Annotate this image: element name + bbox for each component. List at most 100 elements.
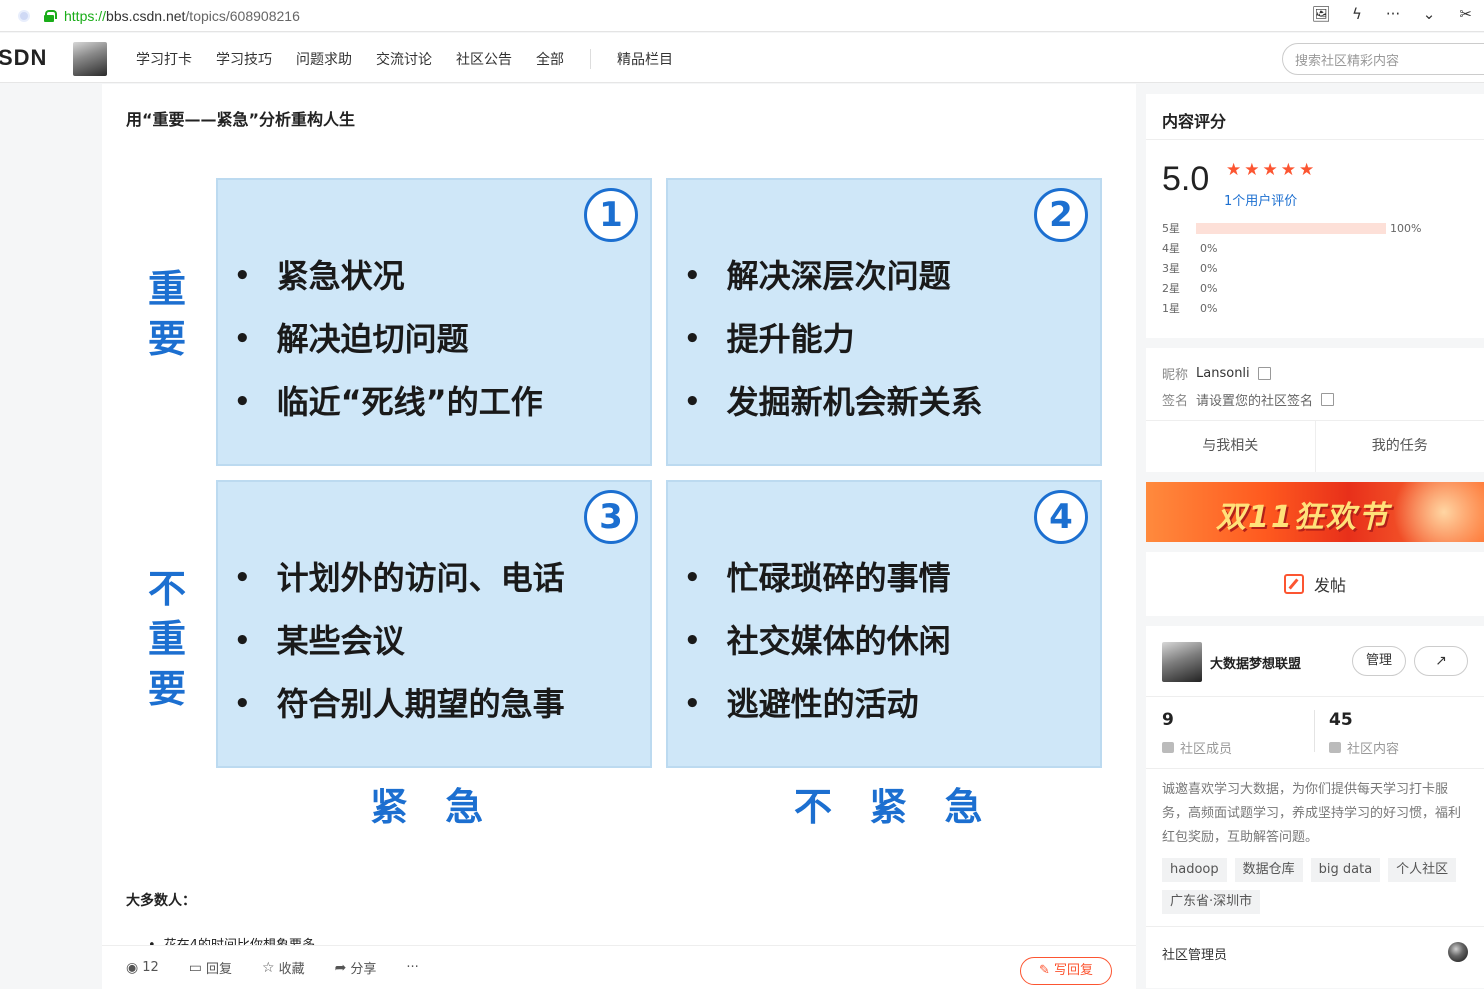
chevron-down-icon[interactable]: ⌄ (1418, 5, 1440, 23)
quadrant-1: 1 紧急状况 解决迫切问题 临近“死线”的工作 (216, 178, 652, 466)
divider (1146, 926, 1484, 927)
community-card: 大数据梦想联盟 管理 ↗ 9 社区成员 45 社区内容 诚邀喜欢学习大数据，为你… (1146, 626, 1484, 988)
nickname-row: 昵称 Lansonli (1162, 364, 1271, 383)
tag[interactable]: 个人社区 (1388, 858, 1457, 882)
members-count: 9 (1162, 710, 1174, 730)
rating-card: 内容评分 5.0 ★★★★★ 1个用户评价 5星 100% 4星 0% 3星 0% 2星 0%… (1146, 94, 1484, 338)
rating-bar-fill (1196, 222, 1386, 234)
signature-label: 签名 (1162, 394, 1189, 409)
quadrant-item: 忙碌琐碎的事情 (684, 546, 951, 609)
members-label: 社区成员 (1180, 742, 1233, 757)
priority-matrix-figure: 重 要 不 重 要 1 紧急状况 解决迫切问题 临近“死线”的工作 2 解决深层… (126, 164, 1126, 844)
members-stat[interactable]: 9 社区成员 (1162, 710, 1232, 757)
nickname-label: 昵称 (1162, 368, 1189, 383)
rating-stars-icon: ★★★★★ (1226, 160, 1318, 180)
tab-tasks[interactable]: 我的任务 (1316, 421, 1484, 472)
write-reply-button[interactable]: ✎ 写回复 (1020, 957, 1112, 985)
community-avatar[interactable] (1162, 642, 1202, 682)
share-icon[interactable]: ↗ (1414, 646, 1468, 676)
rating-row: 4星 0% (1162, 238, 1421, 258)
nav-item-announcement[interactable]: 社区公告 (456, 49, 512, 69)
more-button[interactable]: ··· (406, 960, 418, 975)
rating-row: 5星 100% (1162, 218, 1421, 238)
nav-item-featured[interactable]: 精品栏目 (617, 49, 673, 69)
reply-button[interactable]: ▭ 回复 (189, 958, 233, 978)
rating-row-percent: 0% (1200, 261, 1218, 275)
rating-row-percent: 0% (1200, 301, 1218, 315)
share-button[interactable]: ➦ 分享 (334, 958, 377, 978)
nav-menu: 学习打卡 学习技巧 问题求助 交流讨论 社区公告 全部 精品栏目 (136, 49, 697, 69)
quadrant-item: 提升能力 (684, 307, 983, 370)
site-logo[interactable]: SDN (0, 45, 47, 71)
rating-row-label: 2星 (1162, 282, 1180, 295)
compose-icon (1283, 574, 1304, 594)
content-label: 社区内容 (1347, 742, 1400, 757)
section-heading: 大多数人： (126, 893, 196, 909)
rating-row: 3星 0% (1162, 258, 1421, 278)
edit-icon[interactable] (1321, 393, 1335, 406)
address-bar[interactable]: https://bbs.csdn.net/topics/608908216 (64, 8, 300, 24)
write-reply-label: 写回复 (1054, 963, 1094, 978)
nav-item-all[interactable]: 全部 (536, 49, 564, 69)
community-name[interactable]: 大数据梦想联盟 (1210, 653, 1301, 672)
rating-row-percent: 100% (1390, 221, 1422, 235)
rating-row-label: 4星 (1162, 242, 1180, 255)
rating-row-percent: 0% (1200, 281, 1218, 295)
url-path: /topics/608908216 (185, 7, 300, 24)
url-host: bbs.csdn.net (106, 7, 186, 24)
edit-icon: ✎ (1038, 963, 1054, 978)
more-icon[interactable]: ··· (1382, 5, 1404, 23)
lightning-icon[interactable]: ϟ (1346, 5, 1368, 23)
post-content: 用“重要——紧急”分析重构人生 重 要 不 重 要 1 紧急状况 解决迫切问题 … (102, 84, 1136, 989)
community-avatar[interactable] (73, 42, 107, 76)
col-label-not-urgent: 不 紧 急 (794, 785, 995, 829)
favorite-button[interactable]: ☆ 收藏 (262, 958, 305, 978)
profile-tabs: 与我相关 我的任务 (1146, 420, 1484, 472)
rating-count-link[interactable]: 1个用户评价 (1224, 190, 1297, 209)
quadrant-2: 2 解决深层次问题 提升能力 发掘新机会新关系 (666, 178, 1102, 466)
nav-item-checkin[interactable]: 学习打卡 (136, 49, 192, 69)
views-value: 12 (142, 960, 159, 975)
user-icon (1162, 742, 1174, 753)
content-stat[interactable]: 45 社区内容 (1329, 710, 1399, 757)
rating-row-label: 3星 (1162, 262, 1180, 275)
scissors-icon[interactable]: ✂ (1459, 5, 1472, 23)
nav-item-tips[interactable]: 学习技巧 (216, 49, 272, 69)
quadrant-item: 发掘新机会新关系 (684, 370, 983, 433)
tag[interactable]: big data (1310, 858, 1381, 882)
nav-item-discussion[interactable]: 交流讨论 (376, 49, 432, 69)
views-count: ◉ 12 (126, 960, 159, 976)
edit-icon[interactable] (1257, 367, 1271, 380)
search-input[interactable]: 搜索社区精彩内容 (1282, 43, 1484, 75)
quadrant-number: 1 (584, 188, 638, 242)
share-icon: ➦ (334, 959, 347, 976)
reply-label: 回复 (206, 962, 233, 977)
top-navigation: SDN 学习打卡 学习技巧 问题求助 交流讨论 社区公告 全部 精品栏目 搜索社… (0, 33, 1484, 83)
promo-banner[interactable]: 双11狂欢节 (1146, 482, 1484, 542)
divider (1146, 768, 1484, 769)
quadrant-3: 3 计划外的访问、电话 某些会议 符合别人期望的急事 (216, 480, 652, 768)
star-icon: ☆ (262, 959, 275, 976)
url-scheme: https:// (64, 7, 107, 24)
rating-row-label: 5星 (1162, 222, 1180, 235)
rating-row: 2星 0% (1162, 278, 1421, 298)
admin-label: 社区管理员 (1162, 948, 1228, 963)
tag[interactable]: 数据仓库 (1234, 858, 1303, 882)
rating-title: 内容评分 (1162, 112, 1227, 131)
signature-row: 签名 请设置您的社区签名 (1162, 390, 1335, 409)
divider (1146, 696, 1484, 697)
image-icon[interactable]: 🖼 (1310, 5, 1332, 23)
tab-related[interactable]: 与我相关 (1146, 421, 1316, 472)
quadrant-item: 计划外的访问、电话 (234, 546, 565, 609)
tag[interactable]: hadoop (1162, 858, 1227, 882)
browser-toolbar: https://bbs.csdn.net/topics/608908216 🖼 … (0, 0, 1484, 32)
nav-item-help[interactable]: 问题求助 (296, 49, 352, 69)
manage-button[interactable]: 管理 (1352, 646, 1406, 676)
tag[interactable]: 广东省·深圳市 (1162, 890, 1261, 914)
admin-avatar[interactable] (1448, 942, 1468, 962)
quadrant-item: 解决迫切问题 (234, 307, 543, 370)
community-description: 诚邀喜欢学习大数据，为你们提供每天学习打卡服务，高频面试题学习，养成坚持学习的好… (1162, 782, 1462, 845)
divider (1146, 139, 1484, 140)
new-post-button[interactable]: 发帖 (1146, 552, 1484, 616)
folder-icon (1329, 742, 1341, 753)
